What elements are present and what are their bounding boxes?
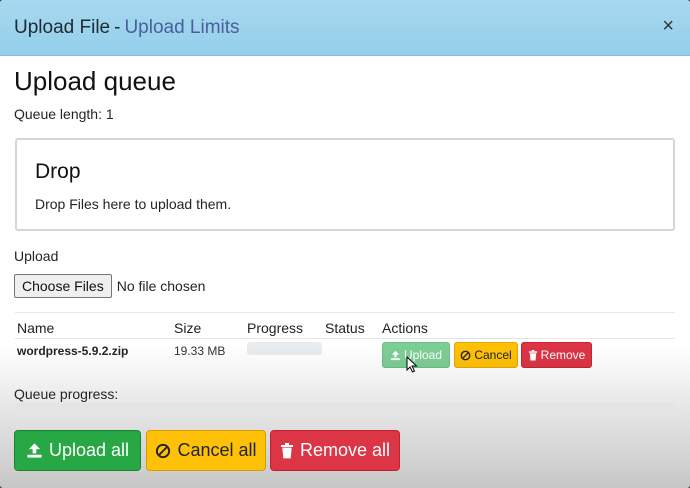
remove-all-label: Remove all bbox=[299, 440, 391, 460]
ban-icon bbox=[460, 350, 471, 361]
column-header-status: Status bbox=[325, 320, 365, 336]
close-icon[interactable]: × bbox=[662, 16, 674, 36]
trash-icon bbox=[528, 349, 538, 361]
modal-title: Upload File - Upload Limits bbox=[14, 17, 240, 39]
file-size: 19.33 MB bbox=[174, 344, 226, 358]
mouse-cursor-icon bbox=[406, 355, 418, 378]
upload-icon bbox=[390, 350, 401, 361]
ban-icon bbox=[155, 443, 171, 459]
cancel-all-button[interactable]: Cancel all bbox=[146, 430, 266, 471]
upload-queue-heading: Upload queue bbox=[14, 66, 176, 96]
upload-all-button[interactable]: Upload all bbox=[14, 430, 141, 471]
upload-icon bbox=[26, 442, 43, 459]
upload-label: Upload bbox=[14, 248, 59, 264]
cancel-button-label: Cancel bbox=[474, 348, 512, 362]
modal-header: Upload File - Upload Limits × bbox=[0, 0, 690, 56]
queue-progress-label: Queue progress: bbox=[14, 386, 119, 402]
column-header-actions: Actions bbox=[382, 320, 428, 336]
file-name: wordpress-5.9.2.zip bbox=[17, 344, 129, 358]
modal-title-text: Upload File bbox=[14, 16, 111, 38]
remove-button[interactable]: Remove bbox=[521, 342, 592, 368]
file-input-status: No file chosen bbox=[116, 278, 206, 294]
drop-zone-text: Drop Files here to upload them. bbox=[35, 196, 232, 212]
column-header-size: Size bbox=[174, 320, 202, 336]
column-header-progress: Progress bbox=[247, 320, 304, 336]
cancel-all-label: Cancel all bbox=[177, 440, 257, 460]
remove-button-label: Remove bbox=[540, 348, 586, 362]
cancel-button[interactable]: Cancel bbox=[454, 342, 518, 368]
choose-files-button[interactable]: Choose Files bbox=[14, 274, 112, 298]
title-separator: - bbox=[114, 16, 121, 38]
remove-all-button[interactable]: Remove all bbox=[270, 430, 400, 471]
drop-zone[interactable]: Drop Drop Files here to upload them. bbox=[15, 138, 675, 231]
column-header-name: Name bbox=[17, 320, 55, 336]
upload-file-modal: Upload File - Upload Limits × Upload queue… bbox=[0, 0, 690, 488]
file-input: Choose Files No file chosen bbox=[14, 274, 205, 298]
table-divider bbox=[15, 338, 675, 339]
queue-progress-bar bbox=[15, 403, 675, 416]
trash-icon bbox=[280, 442, 294, 459]
drop-zone-title: Drop bbox=[35, 160, 81, 183]
queue-length: Queue length: 1 bbox=[14, 106, 114, 122]
file-progress-bar bbox=[247, 342, 322, 355]
queue-table: Name Size Progress Status Actions wordpr… bbox=[15, 312, 675, 368]
upload-all-label: Upload all bbox=[48, 440, 130, 460]
upload-limits-link[interactable]: Upload Limits bbox=[124, 17, 239, 38]
